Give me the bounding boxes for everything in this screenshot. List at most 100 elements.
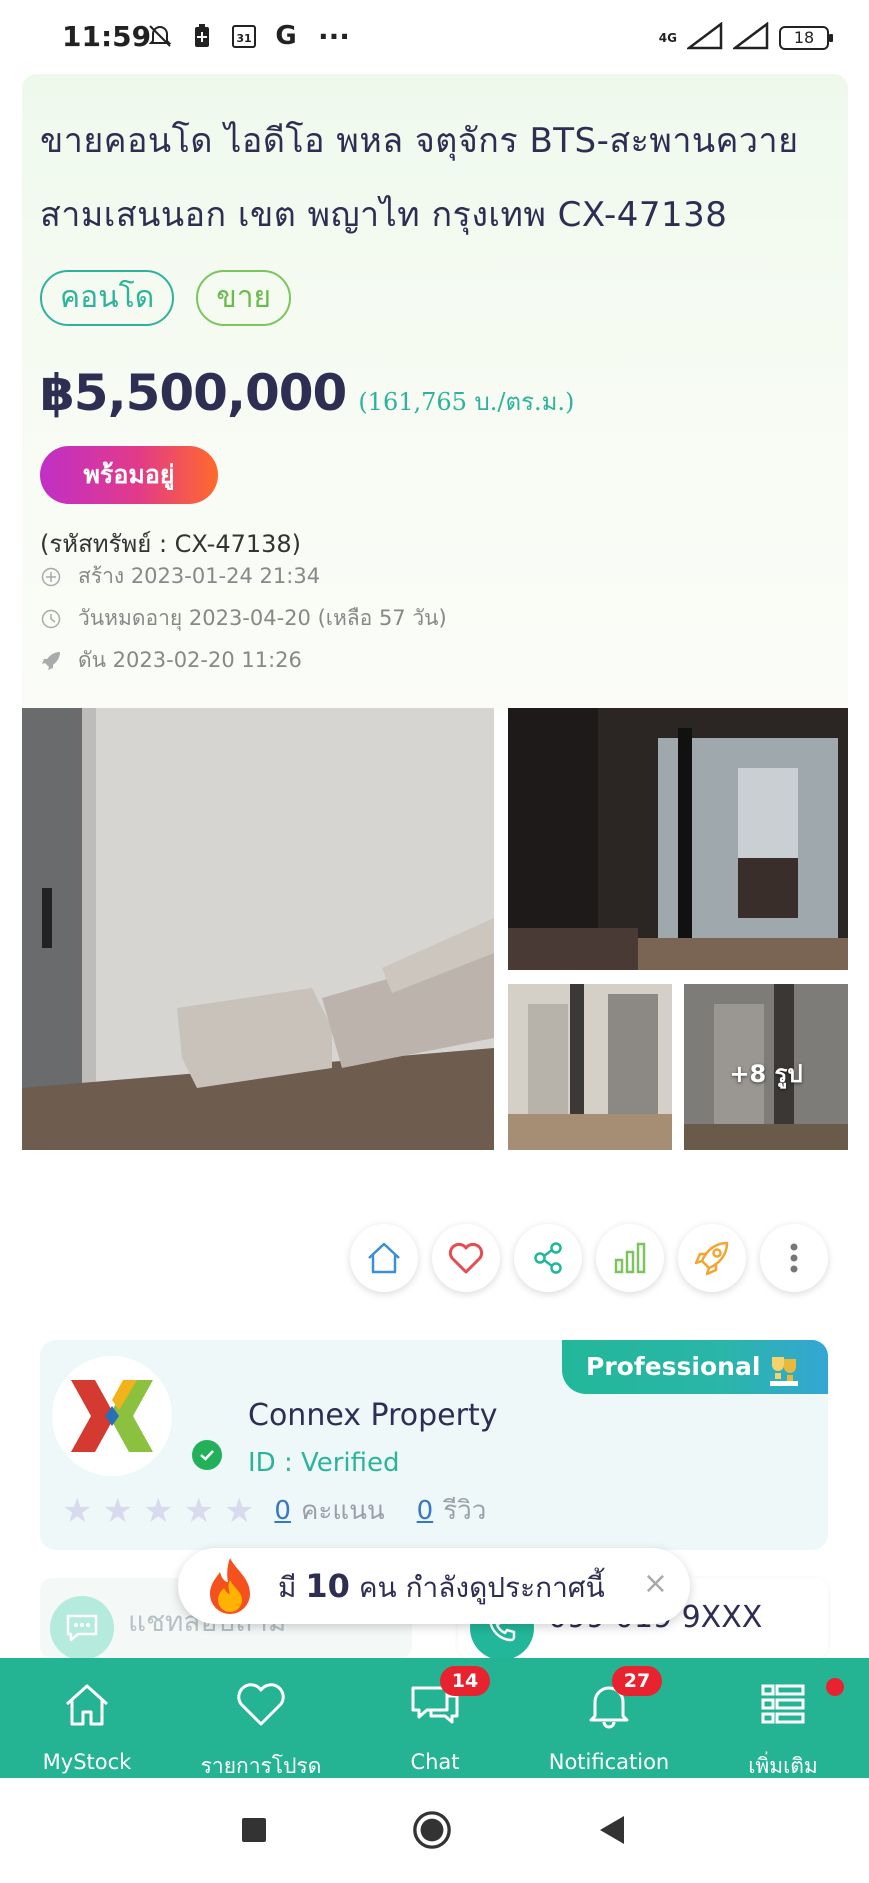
recents-button[interactable]	[234, 1810, 274, 1850]
viewers-message: มี 10 คน กำลังดูประกาศนี้	[278, 1566, 605, 1610]
created-row: สร้าง 2023-01-24 21:34	[40, 560, 320, 593]
more-alert-dot	[826, 1678, 844, 1696]
back-triangle-icon	[600, 1816, 624, 1844]
menu-list-icon	[753, 1674, 813, 1734]
plus-circle-icon	[40, 566, 62, 588]
stats-button[interactable]	[596, 1224, 664, 1292]
rocket-icon	[40, 650, 62, 672]
circle-icon	[413, 1811, 451, 1849]
nav-item-chat[interactable]: 14 Chat	[348, 1658, 522, 1778]
star-icon: ★	[183, 1490, 214, 1531]
review-label: รีวิว	[443, 1496, 487, 1526]
bump-date: ดัน 2023-02-20 11:26	[78, 648, 302, 672]
more-photos-label[interactable]: +8 รูป	[684, 1054, 848, 1093]
rating-row: ★ ★ ★ ★ ★ 0 คะแนน 0 รีวิว	[62, 1490, 486, 1531]
home-nav-button[interactable]	[412, 1810, 452, 1850]
listing-tags: คอนโด ขาย	[40, 270, 292, 326]
battery-saver-icon	[188, 22, 216, 50]
close-icon[interactable]: ×	[643, 1566, 668, 1601]
tag-condo[interactable]: คอนโด	[40, 270, 175, 326]
trophy-icon	[764, 1352, 804, 1406]
bump-row: ดัน 2023-02-20 11:26	[40, 644, 302, 677]
photo-gallery: +8 รูป	[22, 708, 848, 1152]
photo-dining[interactable]	[508, 708, 848, 970]
agent-id-status: ID : Verified	[248, 1448, 400, 1478]
rocket-icon	[694, 1241, 729, 1276]
viewers-count: 10	[305, 1567, 350, 1605]
photo-hallway[interactable]	[508, 984, 672, 1150]
viewers-suffix: คน กำลังดูประกาศนี้	[358, 1571, 605, 1604]
photo-entrance[interactable]: +8 รูป	[684, 984, 848, 1150]
google-icon: G	[275, 21, 297, 51]
status-time: 11:59	[62, 20, 152, 53]
chart-icon	[614, 1242, 646, 1274]
heart-icon	[448, 1242, 484, 1274]
score-count-link[interactable]: 0	[274, 1496, 291, 1526]
star-icon: ★	[223, 1490, 255, 1531]
bottom-nav: MyStock รายการโปรด 14 Chat 27 Notificati…	[0, 1658, 869, 1778]
back-button[interactable]	[592, 1810, 632, 1850]
nav-item-mystock[interactable]: MyStock	[0, 1658, 174, 1778]
viewers-prefix: มี	[278, 1571, 297, 1604]
notification-badge: 27	[612, 1666, 662, 1696]
more-dots-icon: ···	[318, 19, 350, 53]
heart-icon	[231, 1674, 291, 1734]
agent-card[interactable]: Professional Connex Property ID : Verifi…	[40, 1340, 828, 1550]
nav-item-favorites[interactable]: รายการโปรด	[174, 1658, 348, 1778]
calendar-icon: 31	[230, 22, 258, 50]
chat-badge: 14	[440, 1666, 490, 1696]
more-button[interactable]	[760, 1224, 828, 1292]
price-row: ฿5,500,000 (161,765 บ./ตร.ม.)	[40, 364, 574, 422]
status-bar: 11:59 31 G ··· 4G 18	[0, 0, 869, 62]
agent-name[interactable]: Connex Property	[248, 1398, 498, 1433]
clock-icon	[40, 608, 62, 630]
more-vertical-icon	[790, 1243, 798, 1273]
square-icon	[242, 1818, 266, 1842]
signal-icon	[731, 21, 769, 54]
system-nav-bar	[0, 1778, 869, 1883]
calendar-day: 31	[236, 32, 251, 45]
battery-icon: 18	[779, 26, 833, 50]
nav-item-more[interactable]: เพิ่มเติม	[696, 1658, 869, 1778]
home-icon	[368, 1242, 400, 1274]
property-code: (รหัสทรัพย์ : CX-47138)	[40, 530, 302, 558]
nav-label-notification: Notification	[548, 1750, 670, 1774]
created-date: สร้าง 2023-01-24 21:34	[78, 564, 321, 588]
signal-icon	[685, 21, 723, 54]
expire-row: วันหมดอายุ 2023-04-20 (เหลือ 57 วัน)	[40, 602, 447, 635]
home-icon	[57, 1674, 117, 1734]
review-count-link[interactable]: 0	[417, 1496, 434, 1526]
flame-icon	[202, 1556, 258, 1622]
nav-item-notification[interactable]: 27 Notification	[522, 1658, 696, 1778]
price-per-sqm: (161,765 บ./ตร.ม.)	[358, 388, 575, 416]
favorite-button[interactable]	[432, 1224, 500, 1292]
tag-sale[interactable]: ขาย	[196, 270, 292, 326]
listing-title: ขายคอนโด ไอดีโอ พหล จตุจักร BTS-สะพานควา…	[40, 121, 799, 235]
verified-check-icon	[192, 1440, 222, 1470]
agent-logo[interactable]	[52, 1356, 172, 1476]
share-icon	[534, 1242, 562, 1274]
boost-button[interactable]	[678, 1224, 746, 1292]
listing-header: ขายคอนโด ไอดีโอ พหล จตุจักร BTS-สะพานควา…	[22, 74, 848, 710]
network-label: 4G	[658, 31, 677, 45]
mute-icon	[146, 22, 174, 50]
star-icon: ★	[62, 1490, 93, 1531]
professional-badge: Professional	[562, 1340, 828, 1394]
status-icons-left: 31 G ···	[146, 19, 354, 53]
status-badge: พร้อมอยู่	[40, 446, 218, 504]
status-right: 4G 18	[658, 21, 833, 54]
nav-label-mystock: MyStock	[42, 1750, 132, 1774]
professional-label: Professional	[586, 1352, 761, 1381]
home-button[interactable]	[350, 1224, 418, 1292]
chat-bubble-icon	[50, 1596, 114, 1660]
main-photo[interactable]	[22, 708, 494, 1150]
star-icon: ★	[102, 1490, 133, 1531]
share-button[interactable]	[514, 1224, 582, 1292]
viewers-toast: มี 10 คน กำลังดูประกาศนี้ ×	[178, 1548, 690, 1624]
nav-label-chat: Chat	[410, 1750, 460, 1774]
action-bar	[350, 1224, 828, 1292]
star-icon: ★	[142, 1490, 174, 1531]
price: ฿5,500,000	[40, 364, 347, 422]
score-label: คะแนน	[300, 1496, 385, 1526]
expire-date: วันหมดอายุ 2023-04-20 (เหลือ 57 วัน)	[78, 606, 447, 630]
